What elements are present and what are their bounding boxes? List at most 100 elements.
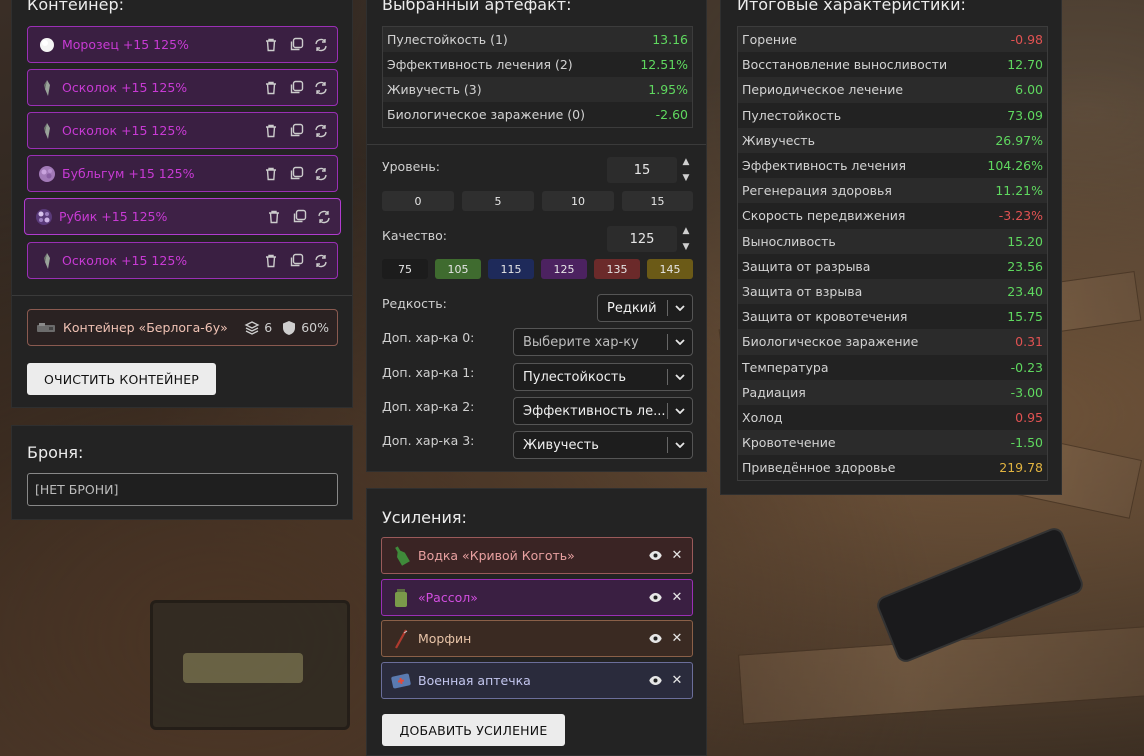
- boost-item[interactable]: Водка «Кривой Коготь» ✕: [381, 537, 693, 574]
- swap-icon[interactable]: [312, 36, 330, 54]
- boost-item[interactable]: «Рассол» ✕: [381, 579, 693, 616]
- eye-icon[interactable]: [646, 676, 664, 685]
- container-item[interactable]: Морозец +15 125%: [27, 26, 338, 63]
- swap-icon[interactable]: [312, 165, 330, 183]
- trash-icon[interactable]: [265, 208, 283, 226]
- level-preset[interactable]: 5: [462, 191, 534, 211]
- extra-2-label: Доп. хар-ка 2:: [382, 399, 475, 414]
- chevron-down-icon[interactable]: [668, 442, 692, 448]
- stat-name: Восстановление выносливости: [742, 57, 948, 73]
- level-preset[interactable]: 0: [382, 191, 454, 211]
- stat-name: Периодическое лечение: [742, 82, 904, 98]
- extra-0-value: Выберите хар-ку: [523, 334, 639, 350]
- extra-2-select[interactable]: Эффективность ле...: [513, 397, 693, 425]
- close-icon[interactable]: ✕: [668, 548, 686, 563]
- stat-name: Биологическое заражение (0): [387, 107, 586, 122]
- close-icon[interactable]: ✕: [668, 590, 686, 605]
- boost-label: Морфин: [418, 631, 472, 646]
- copy-icon[interactable]: [287, 122, 305, 140]
- stat-value: -3.00: [1010, 384, 1043, 400]
- chevron-down-icon[interactable]: [668, 408, 692, 414]
- chevron-down-icon[interactable]: ▼: [683, 173, 690, 183]
- swap-icon[interactable]: [312, 79, 330, 97]
- quality-preset[interactable]: 115: [488, 259, 534, 279]
- level-spinner[interactable]: ▲ ▼: [680, 157, 692, 183]
- quality-preset[interactable]: 125: [541, 259, 587, 279]
- armor-field[interactable]: [НЕТ БРОНИ]: [27, 473, 338, 506]
- quality-preset[interactable]: 145: [647, 259, 693, 279]
- container-slots: 6: [264, 320, 273, 335]
- close-icon[interactable]: ✕: [668, 673, 686, 688]
- total-stat-row: Живучесть 26.97%: [738, 127, 1047, 153]
- container-item-selected[interactable]: Рубик +15 125%: [24, 198, 341, 235]
- copy-icon[interactable]: [287, 252, 305, 270]
- container-item[interactable]: Бубльгум +15 125%: [27, 155, 338, 192]
- quality-preset[interactable]: 135: [594, 259, 640, 279]
- extra-3-select[interactable]: Живучесть: [513, 431, 693, 459]
- extra-2-value: Эффективность ле...: [523, 403, 666, 419]
- level-preset[interactable]: 15: [622, 191, 693, 211]
- swap-icon[interactable]: [315, 208, 333, 226]
- boost-label: «Рассол»: [418, 590, 478, 605]
- stat-name: Кровотечение: [742, 435, 836, 451]
- chevron-down-icon[interactable]: [668, 339, 692, 345]
- level-input[interactable]: 15: [607, 157, 677, 183]
- quality-spinner[interactable]: ▲ ▼: [680, 226, 692, 252]
- stat-value: -0.98: [1010, 32, 1043, 48]
- stat-name: Эффективность лечения (2): [387, 57, 573, 72]
- clear-container-button[interactable]: ОЧИСТИТЬ КОНТЕЙНЕР: [27, 363, 216, 395]
- trash-icon[interactable]: [262, 252, 280, 270]
- copy-icon[interactable]: [290, 208, 308, 226]
- selected-container[interactable]: Контейнер «Берлога-6у» 6 60%: [27, 309, 338, 346]
- eye-icon[interactable]: [646, 634, 664, 643]
- quality-preset[interactable]: 105: [435, 259, 481, 279]
- quality-preset[interactable]: 75: [382, 259, 428, 279]
- chevron-up-icon[interactable]: ▲: [683, 157, 690, 167]
- trash-icon[interactable]: [262, 79, 280, 97]
- total-stat-row: Биологическое заражение 0.31: [738, 329, 1047, 355]
- level-preset[interactable]: 10: [542, 191, 614, 211]
- close-icon[interactable]: ✕: [668, 631, 686, 646]
- chevron-up-icon[interactable]: ▲: [683, 226, 690, 236]
- quality-input[interactable]: 125: [607, 226, 677, 252]
- stat-name: Биологическое заражение: [742, 334, 919, 350]
- extra-1-value: Пулестойкость: [523, 369, 627, 385]
- chevron-down-icon[interactable]: ▼: [683, 242, 690, 252]
- eye-icon[interactable]: [646, 593, 664, 602]
- copy-icon[interactable]: [287, 79, 305, 97]
- container-item[interactable]: Осколок +15 125%: [27, 242, 338, 279]
- boost-item[interactable]: Морфин ✕: [381, 620, 693, 657]
- chevron-down-icon[interactable]: [668, 305, 692, 311]
- rarity-label: Редкость:: [382, 296, 447, 311]
- trash-icon[interactable]: [262, 122, 280, 140]
- vodka-bottle-icon: [390, 545, 412, 567]
- add-boost-button[interactable]: ДОБАВИТЬ УСИЛЕНИЕ: [382, 714, 565, 746]
- trash-icon[interactable]: [262, 36, 280, 54]
- rarity-select[interactable]: Редкий: [597, 294, 693, 322]
- stat-value: -0.23: [1010, 359, 1043, 375]
- stat-value: 73.09: [1007, 107, 1043, 123]
- stat-value: 11.21%: [995, 183, 1043, 199]
- container-item[interactable]: Осколок +15 125%: [27, 112, 338, 149]
- stat-value: 15.75: [1007, 309, 1043, 325]
- stat-value: 26.97%: [995, 132, 1043, 148]
- bubblegum-icon: [37, 164, 57, 184]
- container-item[interactable]: Осколок +15 125%: [27, 69, 338, 106]
- boosts-title: Усиления:: [382, 508, 467, 527]
- total-stat-row: Выносливость 15.20: [738, 228, 1047, 254]
- trash-icon[interactable]: [262, 165, 280, 183]
- stat-value: 104.26%: [987, 158, 1043, 174]
- stat-value: 12.70: [1007, 57, 1043, 73]
- copy-icon[interactable]: [287, 165, 305, 183]
- chevron-down-icon[interactable]: [668, 374, 692, 380]
- eye-icon[interactable]: [646, 551, 664, 560]
- extra-0-select[interactable]: Выберите хар-ку: [513, 328, 693, 356]
- copy-icon[interactable]: [287, 36, 305, 54]
- extra-1-select[interactable]: Пулестойкость: [513, 363, 693, 391]
- swap-icon[interactable]: [312, 122, 330, 140]
- extra-1-label: Доп. хар-ка 1:: [382, 365, 475, 380]
- stat-name: Пулестойкость: [742, 107, 842, 123]
- swap-icon[interactable]: [312, 252, 330, 270]
- container-protection: 60%: [301, 320, 329, 335]
- boost-item[interactable]: Военная аптечка ✕: [381, 662, 693, 699]
